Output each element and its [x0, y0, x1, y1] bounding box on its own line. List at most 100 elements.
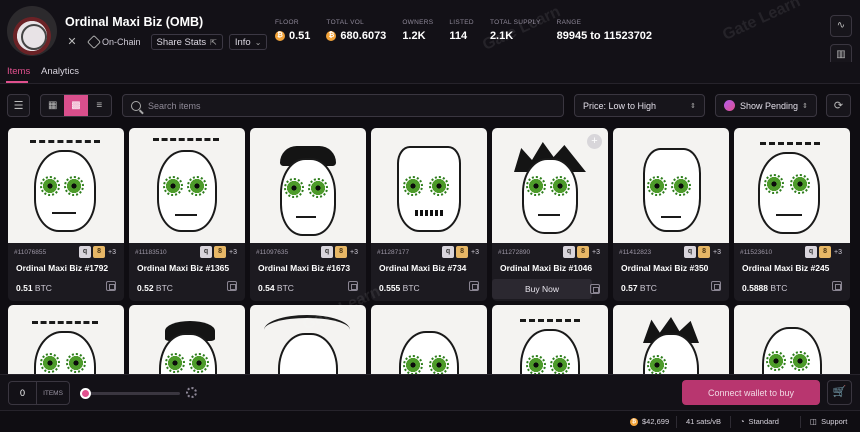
chevron-down-icon: ⌄: [254, 37, 262, 47]
stat-owners: OWNERS 1.2K: [402, 19, 434, 42]
trait-badges: q 8 +3: [321, 246, 358, 258]
tab-analytics[interactable]: Analytics: [41, 66, 79, 77]
nft-name: Ordinal Maxi Biz #1046: [500, 263, 593, 273]
cart-button[interactable]: 🛒: [827, 380, 852, 405]
nft-card[interactable]: [613, 305, 729, 374]
nft-image: [129, 128, 245, 243]
small-grid-view-button[interactable]: ▩: [64, 95, 88, 116]
nft-name: Ordinal Maxi Biz #734: [379, 263, 467, 273]
list-view-button[interactable]: ≡: [88, 95, 111, 116]
add-to-cart-icon[interactable]: [590, 284, 600, 294]
nft-image: [8, 305, 124, 374]
fee-speed-selector[interactable]: ◔ Standard: [740, 417, 779, 426]
add-to-cart-icon[interactable]: [469, 281, 479, 291]
add-to-cart-icon[interactable]: [832, 281, 842, 291]
x-twitter-icon[interactable]: ✕: [65, 35, 79, 49]
nft-price: 0.51 BTC: [16, 283, 52, 293]
collection-avatar: [7, 6, 57, 56]
items-toolbar: ☰ ▦ ▩ ≡ Price: Low to High ⇕ Show Pendin…: [0, 84, 860, 126]
buy-now-button[interactable]: Buy Now: [492, 279, 592, 299]
nft-card[interactable]: [734, 305, 850, 374]
info-dropdown[interactable]: Info ⌄: [228, 34, 268, 50]
bitcoin-icon: ₿: [630, 417, 638, 426]
nft-card[interactable]: [129, 305, 245, 374]
card-info: #11412823 q 8 +3 Ordinal Maxi Biz #350 0.5…: [613, 243, 729, 301]
grid-2x2-icon: ▦: [47, 100, 58, 111]
nft-name: Ordinal Maxi Biz #245: [742, 263, 830, 273]
add-to-cart-icon[interactable]: [711, 281, 721, 291]
add-to-cart-icon[interactable]: [227, 281, 237, 291]
active-tab-indicator: [6, 81, 28, 83]
nft-card[interactable]: + #11272890 q 8 +3 Ordinal Maxi Biz #1046 …: [492, 128, 608, 301]
refresh-button[interactable]: ⟳: [826, 94, 851, 117]
collection-title: Ordinal Maxi Biz (OMB): [65, 15, 204, 29]
cart-bar: 0 ITEMS Connect wallet to buy 🛒: [0, 374, 860, 410]
nft-card[interactable]: #11076855 q 8 +3 Ordinal Maxi Biz #1792 0.…: [8, 128, 124, 301]
add-to-cart-icon[interactable]: [106, 281, 116, 291]
quantity-slider[interactable]: [80, 388, 180, 399]
items-grid: #11076855 q 8 +3 Ordinal Maxi Biz #1792 0.…: [8, 128, 853, 374]
nft-name: Ordinal Maxi Biz #350: [621, 263, 709, 273]
nft-name: Ordinal Maxi Biz #1673: [258, 263, 351, 273]
collection-stats: FLOOR ₿ 0.51 TOTAL VOL ₿ 680.6073 OWNERS 1…: [275, 19, 668, 42]
large-grid-view-button[interactable]: ▦: [41, 95, 64, 116]
search-icon: [131, 100, 141, 111]
show-pending-select[interactable]: Show Pending ⇕: [715, 94, 817, 117]
btc-price: ₿ $42,699: [630, 417, 670, 426]
nft-card[interactable]: [250, 305, 366, 374]
slider-handle[interactable]: [80, 388, 91, 399]
cart-icon: 🛒: [832, 386, 847, 398]
trait-badges: q 8 +3: [79, 246, 116, 258]
nft-name: Ordinal Maxi Biz #1365: [137, 263, 230, 273]
tab-items[interactable]: Items: [7, 66, 30, 77]
inscription-number: #11272890: [498, 249, 531, 256]
onchain-link[interactable]: On-Chain: [85, 34, 145, 50]
nft-card[interactable]: #11523610 q 8 +3 Ordinal Maxi Biz #245 0.5…: [734, 128, 850, 301]
filter-button[interactable]: ☰: [7, 94, 30, 117]
share-stats-button[interactable]: Share Stats ⇱: [150, 34, 223, 50]
bar-chart-icon: ▥: [836, 49, 846, 60]
gear-icon[interactable]: [186, 387, 197, 398]
card-info: #11272890 q 8 +3 Ordinal Maxi Biz #1046 Bu…: [492, 243, 608, 301]
nft-price: 0.5888 BTC: [742, 283, 788, 293]
plus-icon[interactable]: +: [587, 134, 602, 149]
nft-image: [734, 305, 850, 374]
tab-bar: Items Analytics: [0, 62, 860, 84]
support-link[interactable]: ◫ Support: [810, 417, 847, 426]
add-to-cart-icon[interactable]: [348, 281, 358, 291]
quantity-value[interactable]: 0: [9, 382, 37, 404]
pending-label: Show Pending: [740, 100, 799, 111]
connect-wallet-button[interactable]: Connect wallet to buy: [682, 380, 820, 405]
item-quantity[interactable]: 0 ITEMS: [8, 381, 70, 405]
nft-card[interactable]: #11412823 q 8 +3 Ordinal Maxi Biz #350 0.5…: [613, 128, 729, 301]
stat-total-vol: TOTAL VOL ₿ 680.6073: [326, 19, 387, 42]
inscription-number: #11287177: [377, 249, 410, 256]
activity-chart-button[interactable]: ∿: [830, 15, 852, 37]
view-mode-group: ▦ ▩ ≡: [40, 94, 112, 117]
nft-card[interactable]: #11183510 q 8 +3 Ordinal Maxi Biz #1365 0.…: [129, 128, 245, 301]
chain-icon: [86, 34, 102, 50]
nft-card[interactable]: [371, 305, 487, 374]
nft-price: 0.52 BTC: [137, 283, 173, 293]
refresh-icon: ⟳: [833, 100, 844, 112]
nft-price: 0.57 BTC: [621, 283, 657, 293]
search-input[interactable]: [148, 100, 528, 111]
nft-card[interactable]: #11097635 q 8 +3 Ordinal Maxi Biz #1673 0.…: [250, 128, 366, 301]
quantity-unit: ITEMS: [43, 389, 63, 397]
pulse-icon: ∿: [836, 20, 846, 31]
nft-image: [250, 305, 366, 374]
search-box: [122, 94, 564, 117]
nft-card[interactable]: [8, 305, 124, 374]
nft-card[interactable]: #11287177 q 8 +3 Ordinal Maxi Biz #734 0.5…: [371, 128, 487, 301]
inscription-number: #11076855: [14, 249, 47, 256]
card-info: #11097635 q 8 +3 Ordinal Maxi Biz #1673 0.…: [250, 243, 366, 301]
sort-select[interactable]: Price: Low to High ⇕: [574, 94, 705, 117]
nft-image: [8, 128, 124, 243]
nft-card[interactable]: [492, 305, 608, 374]
nft-image: [492, 305, 608, 374]
sort-value: Price: Low to High: [583, 100, 657, 111]
card-info: #11523610 q 8 +3 Ordinal Maxi Biz #245 0.5…: [734, 243, 850, 301]
status-bar: ₿ $42,699 41 sats/vB ◔ Standard ◫ Suppor…: [0, 410, 860, 432]
card-info: #11076855 q 8 +3 Ordinal Maxi Biz #1792 0.…: [8, 243, 124, 301]
inscription-number: #11097635: [256, 249, 289, 256]
